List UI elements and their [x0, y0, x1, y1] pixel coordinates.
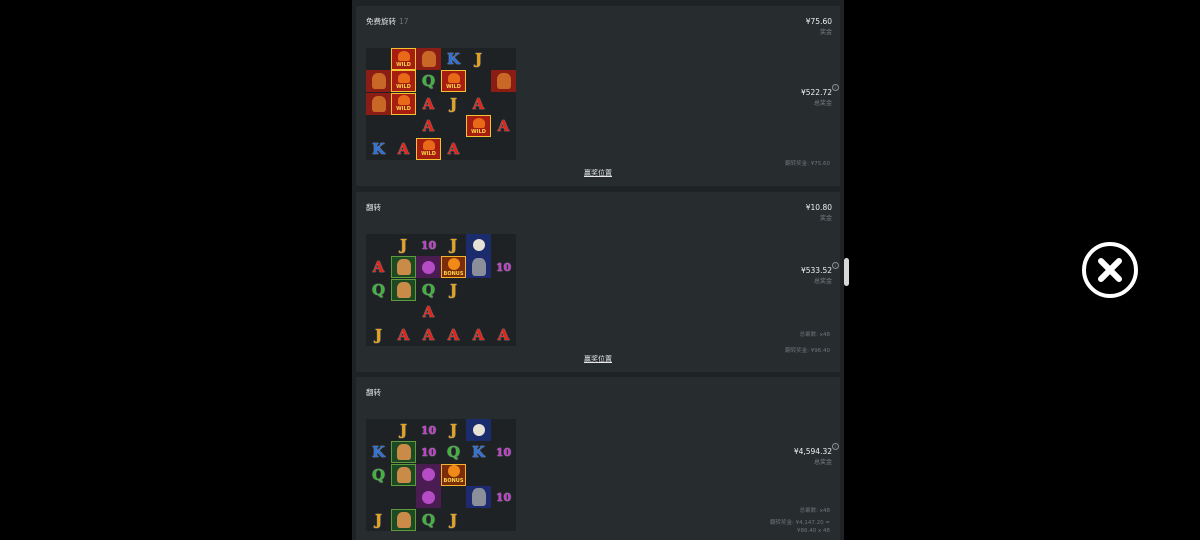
- prize-amount: ¥10.80 奖金: [805, 203, 832, 222]
- card-symbol-k: K: [446, 50, 461, 68]
- animal-symbol: [366, 70, 391, 93]
- card-symbol-j: J: [449, 280, 458, 299]
- card-symbol-k: K: [471, 443, 486, 462]
- total-amount: i ¥533.52 总奖金: [801, 262, 839, 285]
- card-symbol-a: A: [472, 325, 485, 344]
- cougar-symbol: [391, 463, 416, 486]
- animal-symbol: [491, 70, 516, 93]
- card-symbol-j: J: [374, 510, 383, 529]
- card-symbol-a: A: [422, 325, 435, 344]
- card-symbol-a: A: [422, 94, 435, 113]
- eagle-symbol: [466, 234, 491, 256]
- animal-symbol: [416, 48, 441, 70]
- card-symbol-a: A: [472, 94, 485, 113]
- card-symbol-j: J: [449, 510, 458, 529]
- wild-symbol: WILD: [391, 92, 416, 115]
- card-symbol-q: Q: [421, 72, 436, 91]
- animal-symbol: [366, 92, 391, 115]
- card-symbol-q: Q: [421, 280, 436, 299]
- round-title: 翻转: [366, 388, 381, 397]
- multiplier-note: 总乘数: x48 翻转奖金: ¥96.40: [785, 332, 830, 354]
- card-symbol-10: 10: [495, 260, 512, 274]
- card-symbol-q: Q: [446, 443, 461, 462]
- cougar-symbol: [391, 278, 416, 301]
- bonus-symbol: BONUS: [441, 256, 466, 279]
- spin-note: 翻转奖金: ¥75.60: [785, 161, 830, 167]
- total-amount: i ¥4,594.32 总奖金: [794, 443, 839, 466]
- total-amount: i ¥522.72 总奖金: [801, 84, 839, 107]
- cougar-symbol: [391, 441, 416, 464]
- card-symbol-10: 10: [420, 445, 437, 459]
- cougar-symbol: [391, 256, 416, 279]
- card-symbol-j: J: [449, 236, 458, 254]
- card-symbol-q: Q: [421, 510, 436, 529]
- card-symbol-a: A: [422, 117, 435, 136]
- eagle-symbol: [466, 419, 491, 441]
- wolf-symbol: [466, 256, 491, 279]
- scrollbar-thumb[interactable]: [844, 258, 849, 286]
- wolf-symbol: [466, 486, 491, 509]
- wild-symbol: WILD: [391, 70, 416, 93]
- card-symbol-q: Q: [371, 465, 386, 484]
- round-title: 免费旋转 17: [366, 17, 409, 26]
- card-symbol-j: J: [449, 421, 458, 439]
- card-symbol-a: A: [447, 139, 460, 158]
- round-card-3: 翻转 J 10 J K 10 Q K 10 Q BONUS 10 J Q J i ¥4,594.32 总奖…: [356, 377, 840, 540]
- card-symbol-a: A: [397, 139, 410, 158]
- card-symbol-k: K: [371, 139, 386, 158]
- card-symbol-j: J: [399, 421, 408, 439]
- cougar-symbol: [391, 508, 416, 531]
- card-symbol-j: J: [374, 325, 383, 344]
- prize-amount: ¥75.60 奖金: [805, 17, 832, 36]
- reel-grid: J 10 J A BONUS 10 Q Q J A J A A A A A: [366, 234, 516, 346]
- round-card-1: 免费旋转 17 ¥75.60 奖金 WILD K J WILD Q WILD WILD A J A A…: [356, 6, 840, 186]
- info-icon[interactable]: i: [832, 443, 839, 450]
- spin-count: 17: [399, 17, 409, 26]
- history-panel[interactable]: 免费旋转 17 ¥75.60 奖金 WILD K J WILD Q WILD WILD A J A A…: [352, 0, 844, 540]
- reel-grid: WILD K J WILD Q WILD WILD A J A A WILD A K A WILD A: [366, 48, 516, 160]
- card-symbol-a: A: [497, 325, 510, 344]
- close-circle-icon[interactable]: [1080, 240, 1140, 300]
- card-symbol-10: 10: [420, 238, 437, 252]
- card-symbol-a: A: [447, 325, 460, 344]
- wild-symbol: WILD: [466, 115, 491, 138]
- wild-symbol: WILD: [391, 48, 416, 70]
- wild-symbol: WILD: [441, 70, 466, 93]
- purple-symbol: [416, 486, 441, 509]
- card-symbol-k: K: [371, 443, 386, 462]
- card-symbol-j: J: [449, 94, 458, 113]
- round-card-2: 翻转 ¥10.80 奖金 J 10 J A BONUS 10 Q Q J A J A A A A A i ¥5…: [356, 192, 840, 372]
- card-symbol-j: J: [474, 50, 483, 68]
- card-symbol-a: A: [497, 117, 510, 136]
- wild-symbol: WILD: [416, 137, 441, 160]
- card-symbol-a: A: [422, 303, 435, 322]
- info-icon[interactable]: i: [832, 262, 839, 269]
- info-icon[interactable]: i: [832, 84, 839, 91]
- card-symbol-j: J: [399, 236, 408, 254]
- card-symbol-10: 10: [495, 445, 512, 459]
- bonus-symbol: BONUS: [441, 463, 466, 486]
- multiplier-note: 总乘数: x48 翻转奖金: ¥4,147.20 = ¥86.40 x 48: [770, 508, 830, 534]
- purple-symbol: [416, 256, 441, 279]
- card-symbol-a: A: [397, 325, 410, 344]
- purple-symbol: [416, 463, 441, 486]
- card-symbol-a: A: [372, 258, 385, 277]
- win-positions-link[interactable]: 赢奖位置: [356, 354, 840, 364]
- win-positions-link[interactable]: 赢奖位置: [356, 168, 840, 178]
- card-symbol-10: 10: [495, 490, 512, 504]
- reel-grid: J 10 J K 10 Q K 10 Q BONUS 10 J Q J: [366, 419, 516, 531]
- round-title: 翻转: [366, 203, 381, 212]
- card-symbol-q: Q: [371, 280, 386, 299]
- card-symbol-10: 10: [420, 423, 437, 437]
